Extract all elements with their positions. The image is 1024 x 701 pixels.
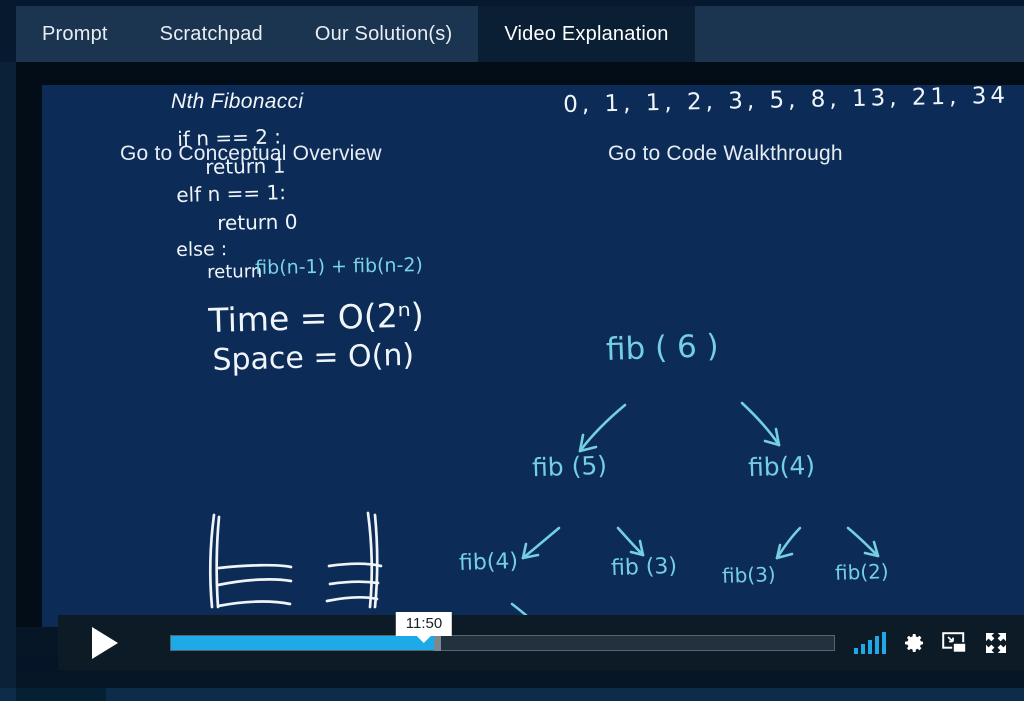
tab-video-explanation-label: Video Explanation <box>504 22 669 45</box>
handwriting-strokes <box>208 401 880 627</box>
bottom-status-bar <box>0 688 1024 701</box>
settings-button[interactable] <box>902 631 926 655</box>
progress-track[interactable] <box>170 634 835 651</box>
tree-node-label: fib(4) <box>458 548 519 577</box>
progress-thumb[interactable] <box>433 634 441 651</box>
progress-bar[interactable]: 11:50 <box>146 612 848 670</box>
tree-node-label: fib(4) <box>747 450 816 483</box>
tab-prompt-label: Prompt <box>42 22 108 45</box>
bottom-status-bar-segment <box>16 688 106 701</box>
play-icon <box>91 626 118 659</box>
tabbar-background <box>679 6 1024 62</box>
tree-node-label: fib (5) <box>531 450 608 483</box>
tab-our-solutions[interactable]: Our Solution(s) <box>288 6 479 62</box>
fullscreen-icon <box>986 632 1006 653</box>
tree-node-label: fib(2) <box>834 559 890 585</box>
progress-fill <box>171 635 434 650</box>
gear-icon <box>905 633 923 652</box>
tree-node-label: fib (3) <box>610 553 678 582</box>
volume-icon[interactable] <box>854 631 886 654</box>
board-title: Nth Fibonacci <box>171 90 304 113</box>
bottom-left-chip <box>16 655 60 673</box>
tree-node-l3-2: fib(3) <box>721 562 777 588</box>
tree-node-l3-1: fib (3) <box>610 553 678 582</box>
picture-in-picture-button[interactable] <box>942 631 968 654</box>
code-line-5: else : <box>176 238 228 261</box>
fibonacci-sequence: 0, 1, 1, 2, 3, 5, 8, 13, 21, 34 <box>563 85 1010 118</box>
tab-prompt[interactable]: Prompt <box>16 6 134 62</box>
time-complexity: Time = O(2ⁿ) <box>208 295 425 340</box>
controls-right-group <box>848 631 1024 655</box>
current-time-label: 11:50 <box>405 615 443 632</box>
tab-video-explanation[interactable]: Video Explanation <box>478 6 695 62</box>
tree-node-l2-1: fib(4) <box>747 450 816 483</box>
tree-node-label: fib(3) <box>721 562 777 588</box>
tree-node-label: fib ( 6 ) <box>605 328 720 368</box>
time-tooltip: 11:50 <box>395 612 453 636</box>
tree-node-root: fib ( 6 ) <box>605 328 720 368</box>
video-canvas: Nth Fibonacci 0, 1, 1, 2, 3, 5, 8, 13, 2… <box>42 85 1024 627</box>
tab-scratchpad[interactable]: Scratchpad <box>133 6 289 62</box>
tab-our-solutions-label: Our Solution(s) <box>314 22 453 45</box>
code-line-6: return <box>207 261 263 283</box>
left-rail <box>0 62 16 701</box>
go-to-conceptual-overview-link[interactable]: Go to Conceptual Overview <box>120 142 382 166</box>
tree-node-l3-0: fib(4) <box>458 548 519 577</box>
space-complexity: Space = O(n) <box>212 337 415 378</box>
go-to-code-walkthrough-link[interactable]: Go to Code Walkthrough <box>608 142 843 166</box>
tabbar: Prompt Scratchpad Our Solution(s) Video … <box>16 6 695 62</box>
code-line-7: fib(n-1) + fib(n-2) <box>255 254 424 279</box>
picture-in-picture-icon <box>942 631 967 653</box>
code-line-3: elf n == 1: <box>176 180 287 207</box>
video-controls: 11:50 <box>58 612 1024 670</box>
play-button[interactable] <box>58 615 146 670</box>
fullscreen-button[interactable] <box>984 631 1008 655</box>
tree-node-l3-3: fib(2) <box>834 559 890 585</box>
tree-node-l2-0: fib (5) <box>531 450 608 483</box>
tab-scratchpad-label: Scratchpad <box>159 22 263 45</box>
code-line-4: return 0 <box>217 209 298 235</box>
